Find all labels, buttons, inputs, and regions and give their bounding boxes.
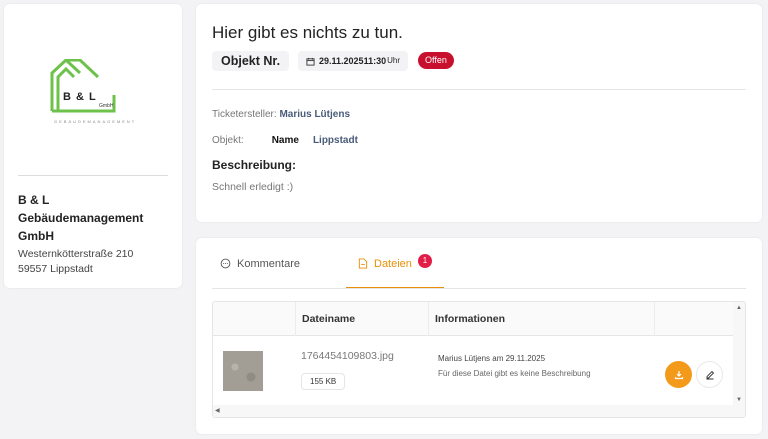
ticket-divider [212,89,746,90]
table-row: 1764454109803.jpg 155 KB Marius Lütjens … [213,336,733,406]
logo-gmbh: GmbH [99,103,114,109]
header-filename: Dateiname [295,302,427,336]
description-text: Schnell erledigt :) [212,181,294,193]
ticket-card: Hier gibt es nichts zu tun. Objekt Nr. 2… [196,4,762,222]
ticket-time: 11:30 [363,56,387,66]
company-city: 59557 Lippstadt [18,263,93,275]
ticket-title: Hier gibt es nichts zu tun. [212,23,403,42]
company-divider [18,175,168,176]
ticket-time-suffix: Uhr [387,56,400,65]
ticket-date: 29.11.2025 [319,56,364,66]
table-header: Dateiname Informationen [213,302,733,336]
calendar-icon [306,57,315,66]
files-table: Dateiname Informationen 1764454109803.jp… [212,301,746,418]
file-uploaded-by: Marius Lütjens am 29.11.2025 [438,354,546,363]
pencil-icon [706,370,714,379]
horizontal-scrollbar[interactable]: ◀ [213,405,735,417]
header-actions [654,302,733,336]
description-label: Beschreibung: [212,158,297,172]
company-logo: B & L GmbH GEBÄUDEMANAGEMENT [48,57,148,129]
file-description: Für diese Datei gibt es keine Beschreibu… [438,369,591,378]
company-name: B & L Gebäudemanagement GmbH [18,193,144,243]
download-icon [674,370,683,379]
company-address: Westernkötterstraße 210 59557 Lippstadt [18,247,178,277]
object-row: Objekt: Name Lippstadt [212,135,358,146]
object-label: Objekt: [212,135,244,146]
object-name: Name [271,135,299,146]
files-count-badge: 1 [417,254,432,268]
edit-button[interactable] [696,361,723,388]
tab-comments[interactable]: Kommentare [220,258,300,288]
header-info: Informationen [428,302,653,336]
download-button[interactable] [665,361,692,388]
tab-comments-label: Kommentare [237,258,300,270]
tab-files[interactable]: Dateien 1 [346,254,444,289]
company-street: Westernkötterstraße 210 [18,248,134,260]
file-thumbnail[interactable] [223,351,263,391]
comment-icon [220,258,231,269]
company-card: B & L GmbH GEBÄUDEMANAGEMENT B & L Gebäu… [4,4,182,288]
object-number-chip: Objekt Nr. [212,51,290,71]
logo-tagline: GEBÄUDEMANAGEMENT [54,119,137,124]
status-badge: Offen [418,52,454,69]
file-icon [358,258,368,269]
scroll-down-icon[interactable]: ▼ [736,396,742,404]
tab-files-label: Dateien [374,258,412,270]
logo-text: B & L [63,91,97,103]
date-chip: 29.11.2025 11:30 Uhr [298,51,408,71]
file-size-badge: 155 KB [301,373,346,390]
header-preview [213,302,283,336]
scroll-up-icon[interactable]: ▲ [736,304,742,312]
scroll-left-icon[interactable]: ◀ [215,407,220,415]
creator-row: Ticketersteller: Marius Lütjens [212,109,350,120]
object-location[interactable]: Lippstadt [313,135,358,146]
file-name[interactable]: 1764454109803.jpg [301,350,394,362]
files-card: Kommentare Dateien 1 Dateiname Informati… [196,238,762,434]
vertical-scrollbar[interactable]: ▲ ▼ [733,302,745,417]
creator-name[interactable]: Marius Lütjens [279,109,350,120]
creator-label: Ticketersteller: [212,109,277,120]
tabs-divider [212,288,746,289]
